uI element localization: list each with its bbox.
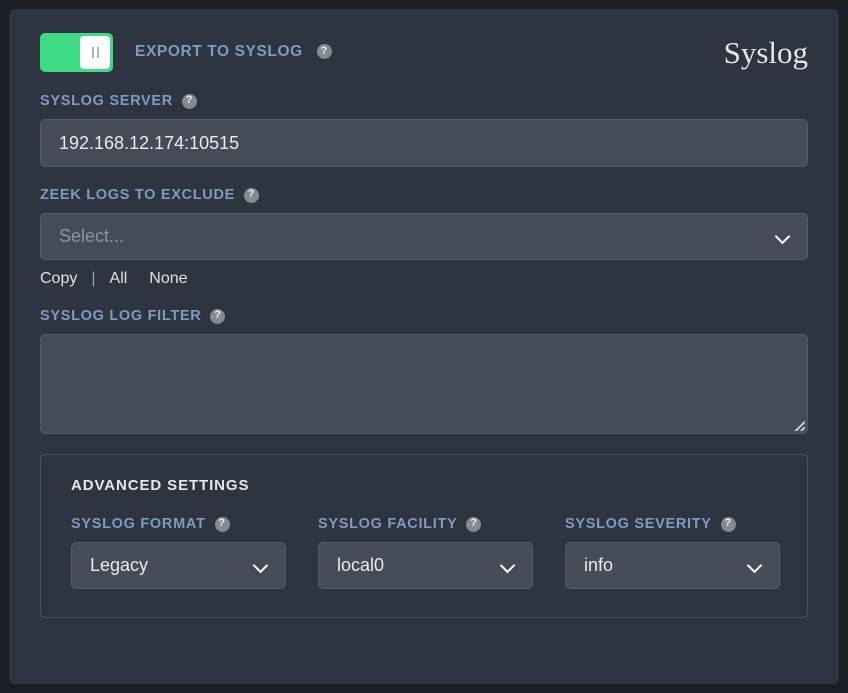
help-icon[interactable]: ? (244, 187, 260, 203)
export-to-syslog-text: Export to Syslog (135, 43, 303, 60)
syslog-severity-label-text: Syslog Severity (565, 516, 712, 532)
syslog-format-field: Syslog Format ? Legacy (71, 516, 286, 589)
copy-link[interactable]: Copy (40, 270, 77, 288)
syslog-severity-value: info (584, 555, 614, 575)
export-to-syslog-toggle[interactable] (40, 32, 113, 72)
advanced-settings-columns: Syslog Format ? Legacy Syslog Facility ?… (71, 516, 780, 589)
advanced-settings-panel: Advanced Settings Syslog Format ? Legacy… (40, 454, 808, 618)
syslog-log-filter-field: Syslog Log Filter ? (40, 308, 808, 434)
help-icon[interactable]: ? (720, 516, 736, 532)
syslog-severity-select[interactable]: info (565, 542, 780, 589)
syslog-log-filter-label: Syslog Log Filter ? (40, 308, 808, 324)
syslog-facility-label: Syslog Facility ? (318, 516, 530, 532)
syslog-facility-value: local0 (337, 555, 385, 575)
syslog-server-value: 192.168.12.174:10515 (59, 132, 240, 153)
advanced-settings-title: Advanced Settings (71, 477, 250, 494)
help-icon[interactable]: ? (210, 308, 226, 324)
syslog-log-filter-label-text: Syslog Log Filter (40, 308, 202, 324)
syslog-severity-field: Syslog Severity ? info (565, 516, 780, 589)
syslog-facility-select[interactable]: local0 (318, 542, 533, 589)
zeek-logs-exclude-label: Zeek Logs to Exclude ? (40, 187, 808, 203)
syslog-severity-label: Syslog Severity ? (565, 516, 777, 532)
resize-handle-icon[interactable] (791, 417, 805, 431)
help-icon[interactable]: ? (214, 516, 230, 532)
syslog-format-label: Syslog Format ? (71, 516, 283, 532)
help-icon[interactable]: ? (181, 93, 197, 109)
syslog-server-label: Syslog Server ? (40, 93, 808, 109)
chevron-down-icon[interactable] (748, 559, 761, 572)
chevron-down-icon[interactable] (501, 559, 514, 572)
zeek-logs-exclude-field: Zeek Logs to Exclude ? Select... Copy | … (40, 187, 808, 288)
syslog-format-label-text: Syslog Format (71, 516, 206, 532)
chevron-down-icon[interactable] (776, 230, 789, 243)
zeek-logs-exclude-label-text: Zeek Logs to Exclude (40, 187, 236, 203)
syslog-log-filter-textarea[interactable] (40, 334, 808, 434)
syslog-format-select[interactable]: Legacy (71, 542, 286, 589)
export-to-syslog-label: Export to Syslog ? (135, 43, 332, 61)
all-link[interactable]: All (110, 270, 128, 288)
pause-bars-icon (96, 46, 99, 58)
syslog-facility-field: Syslog Facility ? local0 (318, 516, 533, 589)
pause-bars-icon (91, 46, 94, 58)
none-link[interactable]: None (149, 270, 187, 288)
zeek-logs-exclude-placeholder: Select... (59, 226, 125, 246)
header: Export to Syslog ? Syslog (40, 31, 808, 73)
page-title: Syslog (723, 34, 808, 70)
zeek-logs-exclude-select[interactable]: Select... (40, 213, 808, 260)
syslog-server-field: Syslog Server ? 192.168.12.174:10515 (40, 93, 808, 167)
syslog-server-input[interactable]: 192.168.12.174:10515 (40, 119, 808, 167)
selection-links: Copy | All None (40, 270, 808, 288)
help-icon[interactable]: ? (316, 44, 332, 59)
toggle-knob (80, 35, 110, 69)
syslog-format-value: Legacy (90, 555, 149, 575)
link-separator: | (91, 270, 96, 287)
help-icon[interactable]: ? (466, 516, 482, 532)
syslog-facility-label-text: Syslog Facility (318, 516, 458, 532)
syslog-server-label-text: Syslog Server (40, 93, 173, 109)
chevron-down-icon[interactable] (254, 559, 267, 572)
syslog-settings-card: Export to Syslog ? Syslog Syslog Server … (9, 9, 839, 684)
